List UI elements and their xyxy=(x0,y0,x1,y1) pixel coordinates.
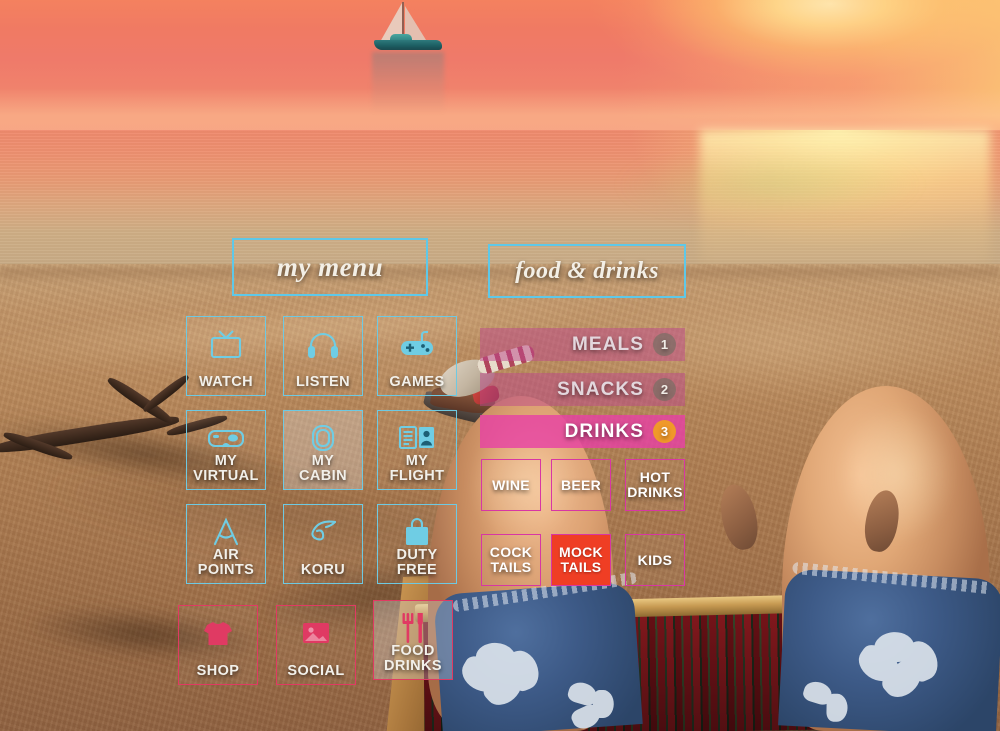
category-drinks[interactable]: DRINKS 3 xyxy=(480,415,685,448)
category-label: SNACKS xyxy=(557,378,644,400)
drink-option-wine[interactable]: WINE xyxy=(481,459,541,511)
tile-label: SOCIAL xyxy=(287,663,345,680)
tile-my-cabin[interactable]: MY CABIN xyxy=(283,410,363,490)
tile-games[interactable]: GAMES xyxy=(377,316,457,396)
category-badge: 3 xyxy=(653,420,676,443)
tile-watch[interactable]: WATCH xyxy=(186,316,266,396)
tile-my-flight[interactable]: MY FLIGHT xyxy=(377,410,457,490)
category-snacks[interactable]: SNACKS 2 xyxy=(480,373,685,406)
tv-icon xyxy=(187,326,265,362)
drink-option-cocktails[interactable]: COCK TAILS xyxy=(481,534,541,586)
boarding-pass-icon xyxy=(378,420,456,456)
tile-listen[interactable]: LISTEN xyxy=(283,316,363,396)
tile-label: GAMES xyxy=(389,374,445,391)
gamepad-icon xyxy=(378,326,456,362)
hud-overlay: my menu food & drinks WATCH LISTEN GAMES… xyxy=(0,0,1000,731)
drink-option-mocktails[interactable]: MOCK TAILS xyxy=(551,534,611,586)
drink-option-kids[interactable]: KIDS xyxy=(625,534,685,586)
tile-label: MY CABIN xyxy=(299,453,347,485)
drink-option-label: MOCK TAILS xyxy=(559,544,603,575)
cutlery-icon xyxy=(374,610,452,646)
category-meals[interactable]: MEALS 1 xyxy=(480,328,685,361)
vr-menu-screen: my menu food & drinks WATCH LISTEN GAMES… xyxy=(0,0,1000,731)
drink-option-label: BEER xyxy=(560,476,602,493)
tile-shop[interactable]: SHOP xyxy=(178,605,258,685)
tshirt-icon xyxy=(179,615,257,651)
drink-option-label: WINE xyxy=(492,476,530,493)
vr-goggles-icon xyxy=(187,420,265,456)
photo-icon xyxy=(277,615,355,651)
tile-duty-free[interactable]: DUTY FREE xyxy=(377,504,457,584)
drink-option-label: COCK TAILS xyxy=(489,544,533,575)
tile-food-drinks[interactable]: FOOD DRINKS xyxy=(373,600,453,680)
drink-option-label: KIDS xyxy=(637,551,673,568)
shopping-bag-icon xyxy=(378,514,456,550)
airpoints-a-icon xyxy=(187,514,265,550)
page-title-food-drinks: food & drinks xyxy=(488,244,686,298)
drink-option-label: HOT DRINKS xyxy=(627,469,683,500)
tile-label: FOOD DRINKS xyxy=(384,643,442,675)
tile-label: AIR POINTS xyxy=(197,547,255,579)
tile-air-points[interactable]: AIR POINTS xyxy=(186,504,266,584)
tile-label: MY VIRTUAL xyxy=(193,453,259,485)
page-title-my-menu: my menu xyxy=(232,238,428,296)
tile-label: WATCH xyxy=(198,374,254,391)
tile-label: DUTY FREE xyxy=(396,547,438,579)
tile-label: MY FLIGHT xyxy=(389,453,445,485)
tile-my-virtual[interactable]: MY VIRTUAL xyxy=(186,410,266,490)
tile-koru[interactable]: KORU xyxy=(283,504,363,584)
tile-label: KORU xyxy=(300,562,346,579)
category-label: MEALS xyxy=(572,333,644,355)
koru-fern-icon xyxy=(284,514,362,550)
headphones-icon xyxy=(284,326,362,362)
drink-option-beer[interactable]: BEER xyxy=(551,459,611,511)
category-label: DRINKS xyxy=(564,420,644,442)
category-badge: 1 xyxy=(653,333,676,356)
tile-label: LISTEN xyxy=(296,374,350,391)
drink-option-hot-drinks[interactable]: HOT DRINKS xyxy=(625,459,685,511)
cabin-window-icon xyxy=(284,420,362,456)
category-badge: 2 xyxy=(653,378,676,401)
tile-label: SHOP xyxy=(196,663,240,680)
tile-social[interactable]: SOCIAL xyxy=(276,605,356,685)
